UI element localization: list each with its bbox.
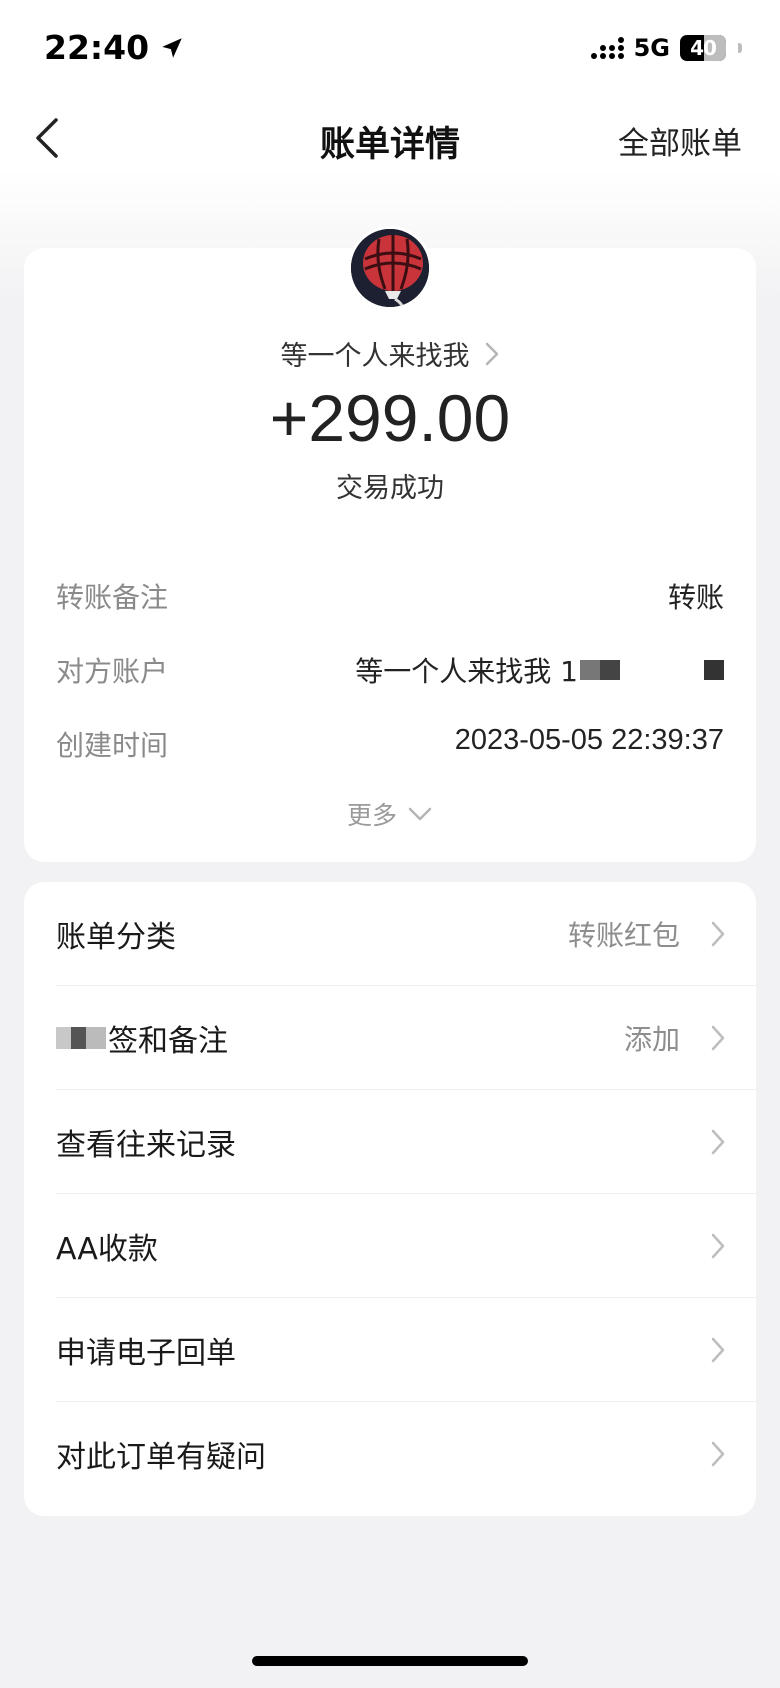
memo-label: 转账备注 — [56, 581, 169, 614]
account-value: 等一个人来找我 1 — [355, 655, 578, 688]
transaction-amount: +299.00 — [269, 381, 511, 455]
list-item-value: 转账红包 — [567, 919, 680, 952]
list-item-label: AA收款 — [56, 1232, 158, 1267]
payee-name: 等一个人来找我 — [280, 341, 470, 372]
chevron-down-icon — [408, 807, 432, 821]
list-item-bill-category[interactable]: 账单分类 转账红包 — [24, 882, 756, 986]
list-item-label-group: 签和备注 — [56, 1016, 228, 1060]
chevron-right-icon — [711, 1129, 725, 1155]
clock: 22:40 — [44, 28, 185, 67]
created-time-label: 创建时间 — [56, 729, 169, 762]
home-indicator[interactable] — [252, 1656, 528, 1666]
list-item-tags-notes[interactable]: 签和备注 添加 — [24, 986, 756, 1090]
status-bar: 22:40 5G 40 — [0, 0, 780, 100]
transaction-status: 交易成功 — [336, 473, 444, 504]
account-row: 对方账户 等一个人来找我 1 — [56, 650, 724, 690]
chevron-right-icon — [711, 1441, 725, 1467]
list-item-label: 查看往来记录 — [56, 1128, 236, 1163]
transaction-summary-card: 等一个人来找我 +299.00 交易成功 转账备注 转账 对方账户 等一个人来找… — [24, 226, 756, 862]
all-bills-button[interactable]: 全部账单 — [618, 118, 742, 163]
chevron-right-icon — [711, 1025, 725, 1051]
list-item-label: 对此订单有疑问 — [56, 1440, 266, 1475]
created-time-row: 创建时间 2023-05-05 22:39:37 — [56, 724, 724, 764]
list-item-label: 账单分类 — [56, 920, 176, 955]
hot-air-balloon-image — [351, 229, 429, 307]
memo-value: 转账 — [667, 581, 724, 614]
memo-row: 转账备注 转账 — [56, 576, 724, 616]
battery-level: 40 — [690, 36, 717, 60]
battery-icon: 40 — [680, 35, 726, 61]
battery-tip — [738, 43, 742, 53]
list-item-history[interactable]: 查看往来记录 — [24, 1090, 756, 1194]
chevron-right-icon — [711, 1337, 725, 1363]
actions-card: 账单分类 转账红包 签和备注 添加 查看往来记录 AA收款 申请电子回单 对此订… — [24, 882, 756, 1516]
list-item-e-receipt[interactable]: 申请电子回单 — [24, 1298, 756, 1402]
network-type: 5G — [633, 34, 670, 62]
list-item-label: 签和备注 — [108, 1024, 228, 1059]
list-item-order-question[interactable]: 对此订单有疑问 — [24, 1402, 756, 1506]
list-item-value: 添加 — [623, 1023, 680, 1056]
more-button[interactable]: 更多 — [24, 796, 756, 832]
time-text: 22:40 — [44, 28, 150, 67]
list-item-label: 申请电子回单 — [56, 1336, 236, 1371]
more-label: 更多 — [346, 801, 397, 830]
redaction-block — [56, 1027, 106, 1049]
chevron-right-icon — [485, 342, 498, 365]
list-item-aa-collection[interactable]: AA收款 — [24, 1194, 756, 1298]
avatar[interactable] — [348, 226, 432, 310]
location-arrow-icon — [162, 37, 182, 58]
redaction-block — [704, 660, 724, 680]
chevron-right-icon — [711, 921, 725, 947]
chevron-right-icon — [711, 1233, 725, 1259]
account-label: 对方账户 — [56, 655, 169, 688]
account-value-group: 等一个人来找我 1 — [355, 650, 724, 690]
nav-bar: 账单详情 全部账单 — [0, 100, 780, 180]
payee-link[interactable]: 等一个人来找我 — [24, 334, 756, 373]
signal-icon — [590, 37, 624, 59]
created-time-value: 2023-05-05 22:39:37 — [454, 724, 724, 756]
redaction-block — [580, 660, 620, 680]
